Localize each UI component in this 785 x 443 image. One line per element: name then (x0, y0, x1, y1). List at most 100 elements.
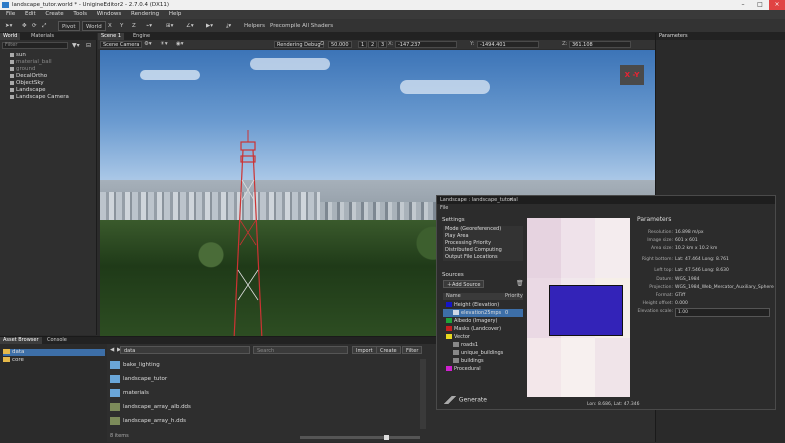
select-tool-icon[interactable]: ➤▾ (5, 21, 12, 31)
sources-table-header: Name Priority (443, 293, 523, 300)
node-icon (10, 66, 14, 71)
pivot-selector[interactable]: Pivot (58, 21, 80, 31)
tree-item-data[interactable]: data (3, 349, 105, 356)
file-landscape-tutor[interactable]: landscape_tutor (110, 373, 410, 385)
camera-selector[interactable]: Scene Camera (100, 41, 143, 48)
node-object-sky[interactable]: ObjectSky (10, 80, 44, 87)
node-landscape-camera[interactable]: Landscape Camera (10, 94, 69, 101)
elevation-scale-input[interactable]: 1.00 (675, 308, 770, 317)
filter-icon[interactable]: ▼▾ (72, 42, 80, 49)
file-landscape-array-alb[interactable]: landscape_array_alb.dds (110, 401, 410, 413)
snap-grid-icon[interactable]: ⊞▾ (166, 21, 173, 31)
generate-button[interactable]: Generate (443, 396, 487, 404)
collapse-icon[interactable]: ⊟ (86, 42, 91, 49)
tab-asset-browser[interactable]: Asset Browser (0, 337, 42, 344)
file-materials[interactable]: materials (110, 387, 410, 399)
node-material-ball[interactable]: material_ball (10, 59, 52, 66)
y-coord-field[interactable]: -1494.401 (477, 41, 539, 48)
source-buildings[interactable]: buildings (443, 357, 523, 365)
x-coord-field[interactable]: -147.237 (395, 41, 457, 48)
source-procedural[interactable]: Procedural (443, 365, 523, 373)
menu-windows[interactable]: Windows (97, 10, 122, 19)
snap-angle-icon[interactable]: ∠▾ (186, 21, 194, 31)
world-selector[interactable]: World (82, 21, 106, 31)
source-masks[interactable]: Masks (Landcover) (443, 325, 523, 333)
helpers-dropdown[interactable]: Helpers (244, 21, 265, 31)
sun-icon[interactable]: ☀▾ (160, 41, 168, 47)
landscape-window-title: Landscape : landscape_tutorial × (437, 196, 775, 204)
source-roads1[interactable]: roads1 (443, 341, 523, 349)
close-tab-icon[interactable]: × (509, 196, 513, 204)
source-height[interactable]: Height (Elevation) (443, 301, 523, 309)
axis-z-button[interactable]: Z (132, 21, 136, 31)
create-button[interactable]: Create (376, 346, 401, 354)
setting-distributed-computing[interactable]: Distributed Computing (443, 247, 523, 254)
file-landscape-array-h[interactable]: landscape_array_h.dds (110, 415, 410, 427)
z-coord-field[interactable]: 361.108 (569, 41, 631, 48)
node-icon (10, 52, 14, 57)
landscape-menu-file[interactable]: File (440, 205, 448, 211)
back-icon[interactable]: ◀ (110, 347, 114, 353)
menu-create[interactable]: Create (45, 10, 63, 19)
scale-tool-icon[interactable]: ⤢ (42, 21, 46, 31)
setting-mode[interactable]: Mode (Georeferenced) (443, 226, 523, 233)
setting-play-area[interactable]: Play Area (443, 233, 523, 240)
tab-engine[interactable]: Engine (130, 33, 153, 40)
camera-settings-icon[interactable]: ⚙▾ (144, 41, 152, 47)
view-3-button[interactable]: 3 (378, 41, 388, 48)
import-button[interactable]: Import (352, 346, 377, 354)
col-priority: Priority (505, 293, 523, 299)
rotate-tool-icon[interactable]: ⟳ (32, 21, 37, 31)
path-field[interactable]: data (120, 346, 250, 354)
snap-icon[interactable]: ⌁▾ (146, 21, 152, 31)
view-2-button[interactable]: 2 (368, 41, 378, 48)
move-tool-icon[interactable]: ✥ (22, 21, 27, 31)
menu-rendering[interactable]: Rendering (131, 10, 159, 19)
file-list-scrollbar[interactable] (420, 359, 426, 429)
source-icon (453, 310, 459, 315)
filter-input[interactable]: Filter (2, 42, 68, 49)
close-icon[interactable]: × (769, 0, 785, 10)
menu-file[interactable]: File (6, 10, 15, 19)
navigation-cube[interactable]: X -Y (620, 65, 644, 85)
node-decal-ortho[interactable]: DecalOrtho (10, 73, 47, 80)
param-image-size: Image size: 601 x 601 (647, 238, 698, 243)
asset-search-input[interactable]: Search (253, 346, 348, 354)
folder-icon (3, 349, 10, 354)
node-landscape[interactable]: Landscape (10, 87, 46, 94)
tab-world[interactable]: World (0, 33, 21, 40)
source-elevation25mps[interactable]: elevation25mps 0 (443, 309, 523, 317)
menu-help[interactable]: Help (169, 10, 182, 19)
node-ground[interactable]: ground (10, 66, 35, 73)
filter-button[interactable]: Filter (402, 346, 423, 354)
view-1-button[interactable]: 1 (358, 41, 368, 48)
menu-edit[interactable]: Edit (25, 10, 36, 19)
minimize-icon[interactable]: – (735, 0, 751, 10)
camera-speed-field[interactable]: 50.000 (328, 41, 352, 48)
play-icon[interactable]: ▶▾ (206, 21, 213, 31)
setting-output-file-locations[interactable]: Output File Locations (443, 254, 523, 261)
rendering-debug-selector[interactable]: Rendering Debug (274, 41, 324, 48)
elevation-extent[interactable] (549, 285, 623, 336)
tab-console[interactable]: Console (44, 337, 70, 344)
source-albedo[interactable]: Albedo (Imagery) (443, 317, 523, 325)
precompile-shaders-button[interactable]: Precompile All Shaders (270, 21, 333, 31)
tab-scene-1[interactable]: Scene 1 (98, 33, 125, 40)
add-source-button[interactable]: ＋Add Source (443, 280, 485, 288)
node-sun[interactable]: sun (10, 52, 26, 59)
tab-materials[interactable]: Materials (28, 33, 57, 40)
visibility-icon[interactable]: ◉▾ (176, 41, 184, 47)
setting-processing-priority[interactable]: Processing Priority (443, 240, 523, 247)
tree-item-core[interactable]: core (3, 357, 105, 364)
axis-x-button[interactable]: X (108, 21, 112, 31)
thumbnail-size-slider[interactable] (300, 435, 420, 440)
source-vector[interactable]: Vector (443, 333, 523, 341)
maximize-icon[interactable]: □ (752, 0, 768, 10)
source-unique-buildings[interactable]: unique_buildings (443, 349, 523, 357)
axis-y-button[interactable]: Y (120, 21, 123, 31)
download-icon[interactable]: ⤓▾ (226, 21, 231, 31)
file-bake-lighting[interactable]: bake_lighting (110, 359, 410, 371)
menu-tools[interactable]: Tools (73, 10, 87, 19)
parameters-title: Parameters (637, 216, 672, 223)
delete-source-icon[interactable]: 🗑 (516, 280, 524, 287)
